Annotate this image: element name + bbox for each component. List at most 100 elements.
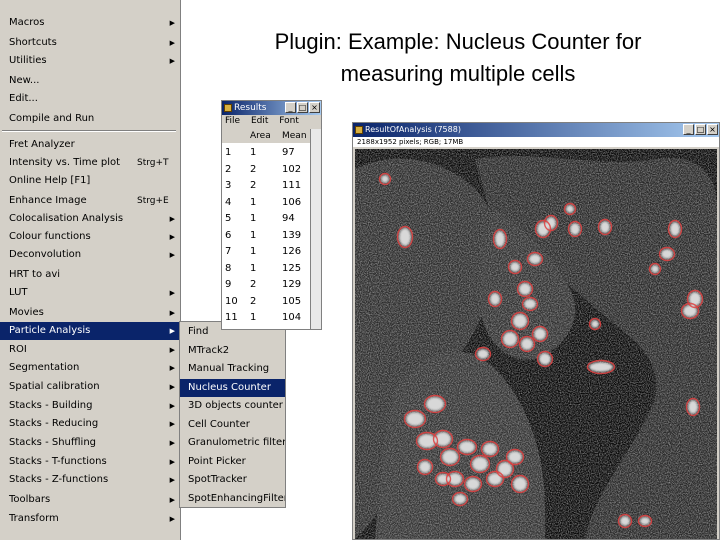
microscopy-image-canvas	[355, 149, 717, 539]
cell-area: 2	[250, 163, 257, 175]
menu-item-fret-analyzer[interactable]: Fret Analyzer	[0, 136, 180, 154]
submenu-item-point-picker[interactable]: Point Picker	[180, 453, 285, 471]
submenu-arrow-icon: ▶	[169, 515, 175, 523]
close-button[interactable]: ×	[707, 124, 718, 135]
results-titlebar[interactable]: Results _ □ ×	[222, 101, 321, 115]
table-row[interactable]: 4 1 106	[222, 195, 311, 211]
nucleus	[670, 222, 680, 236]
slide-title-line1: Plugin: Example: Nucleus Counter for	[274, 29, 642, 54]
maximize-button[interactable]: □	[297, 102, 308, 113]
menu-item-colocalisation-analysis[interactable]: Colocalisation Analysis ▶	[0, 210, 180, 228]
menu-item-stacks-z-functions[interactable]: Stacks - Z-functions ▶	[0, 471, 180, 489]
submenu-item-granulometric-filter[interactable]: Granulometric filter	[180, 434, 285, 452]
nucleus	[508, 451, 522, 463]
menu-font[interactable]: Font	[279, 116, 299, 126]
results-window[interactable]: Results _ □ × File Edit Font Area Mean 1…	[221, 100, 322, 330]
microscopy-image[interactable]	[355, 149, 717, 539]
menu-item-colour-functions[interactable]: Colour functions ▶	[0, 228, 180, 246]
nucleus	[419, 461, 431, 473]
results-scrollbar[interactable]	[310, 129, 321, 329]
menu-item-spatial-calibration[interactable]: Spatial calibration ▶	[0, 378, 180, 396]
menu-item-label: Particle Analysis	[9, 325, 91, 336]
menu-item-transform[interactable]: Transform ▶	[0, 510, 180, 528]
image-titlebar[interactable]: ResultOfAnalysis (7588) _ □ ×	[353, 123, 719, 137]
menu-item-stacks-reducing[interactable]: Stacks - Reducing ▶	[0, 415, 180, 433]
cell-index: 5	[225, 213, 232, 224]
cell-mean: 104	[282, 312, 302, 323]
cell-mean: 126	[282, 246, 302, 257]
menu-item-label: New...	[9, 75, 40, 86]
table-row[interactable]: 2 2 102	[222, 162, 311, 178]
menu-edit[interactable]: Edit	[251, 116, 268, 126]
menu-file[interactable]: File	[225, 116, 240, 126]
table-row[interactable]: 8 1 125	[222, 261, 311, 277]
menu-item-utilities[interactable]: Utilities ▶	[0, 52, 180, 70]
table-row[interactable]: 6 1 139	[222, 228, 311, 244]
nucleus	[591, 320, 599, 328]
nucleus	[454, 494, 466, 504]
menu-item-stacks-t-functions[interactable]: Stacks - T-functions ▶	[0, 453, 180, 471]
menu-item-intensity-vs-time-plot[interactable]: Intensity vs. Time plot Strg+T	[0, 154, 180, 172]
table-row[interactable]: 7 1 126	[222, 244, 311, 260]
menu-item-edit[interactable]: Edit...	[0, 90, 180, 108]
table-row[interactable]: 1 1 97	[222, 145, 311, 161]
nucleus	[381, 175, 389, 183]
menu-item-label: HRT to avi	[9, 269, 61, 280]
menu-item-roi[interactable]: ROI ▶	[0, 341, 180, 359]
menu-item-stacks-building[interactable]: Stacks - Building ▶	[0, 397, 180, 415]
submenu-item-manual-tracking[interactable]: Manual Tracking	[180, 360, 285, 378]
submenu-arrow-icon: ▶	[169, 364, 175, 372]
menu-item-online-help-f1[interactable]: Online Help [F1]	[0, 172, 180, 190]
submenu-item-mtrack2[interactable]: MTrack2	[180, 342, 285, 360]
menu-item-lut[interactable]: LUT ▶	[0, 284, 180, 302]
menu-item-label: Deconvolution	[9, 249, 82, 260]
submenu-arrow-icon: ▶	[169, 57, 175, 65]
menu-item-toolbars[interactable]: Toolbars ▶	[0, 491, 180, 509]
close-button[interactable]: ×	[309, 102, 320, 113]
menu-item-enhance-image[interactable]: Enhance Image Strg+E	[0, 192, 180, 210]
menu-item-segmentation[interactable]: Segmentation ▶	[0, 359, 180, 377]
image-window[interactable]: ResultOfAnalysis (7588) _ □ × 2188x1952 …	[352, 122, 720, 540]
nucleus	[688, 400, 698, 414]
menu-item-label: Compile and Run	[9, 113, 95, 124]
minimize-button[interactable]: _	[683, 124, 694, 135]
menu-item-movies[interactable]: Movies ▶	[0, 304, 180, 322]
nucleus	[488, 473, 502, 485]
cell-index: 2	[225, 163, 232, 175]
menu-item-label: Stacks - T-functions	[9, 456, 107, 467]
nucleus	[503, 332, 517, 346]
menu-item-stacks-shuffling[interactable]: Stacks - Shuffling ▶	[0, 434, 180, 452]
results-table-header: Area Mean	[222, 129, 311, 143]
menu-item-compile-and-run[interactable]: Compile and Run	[0, 110, 180, 128]
table-row[interactable]: 5 1 94	[222, 211, 311, 227]
menu-item-shortcuts[interactable]: Shortcuts ▶	[0, 34, 180, 52]
nucleus	[589, 362, 613, 372]
menu-item-new[interactable]: New...	[0, 72, 180, 90]
nucleus	[510, 262, 520, 272]
menu-item-label: Stacks - Z-functions	[9, 474, 109, 485]
menu-item-label: Online Help [F1]	[9, 175, 91, 186]
menu-item-macros[interactable]: Macros ▶	[0, 14, 180, 32]
nucleus	[442, 450, 458, 464]
menu-item-label: Transform	[9, 513, 59, 524]
table-row[interactable]: 11 1 104	[222, 310, 311, 326]
menu-item-deconvolution[interactable]: Deconvolution ▶	[0, 246, 180, 264]
minimize-button[interactable]: _	[285, 102, 296, 113]
submenu-item-spotenhancingfilter[interactable]: SpotEnhancingFilter	[180, 490, 285, 508]
menu-item-hrt-to-avi[interactable]: HRT to avi	[0, 266, 180, 284]
cell-area: 2	[250, 295, 257, 307]
maximize-button[interactable]: □	[695, 124, 706, 135]
submenu-arrow-icon: ▶	[169, 251, 175, 259]
submenu-item-nucleus-counter[interactable]: Nucleus Counter	[180, 378, 285, 397]
table-row[interactable]: 10 2 105	[222, 294, 311, 310]
cell-mean: 97	[282, 147, 295, 158]
slide-title-line2: measuring multiple cells	[340, 61, 576, 86]
table-row[interactable]: 9 2 129	[222, 277, 311, 293]
menu-separator	[2, 130, 176, 132]
submenu-item-spottracker[interactable]: SpotTracker	[180, 471, 285, 489]
menu-item-particle-analysis[interactable]: Particle Analysis ▶	[0, 322, 180, 340]
submenu-item-cell-counter[interactable]: Cell Counter	[180, 416, 285, 434]
table-row[interactable]: 3 2 111	[222, 178, 311, 194]
submenu-item-3d-objects-counter[interactable]: 3D objects counter	[180, 397, 285, 415]
cell-index: 11	[225, 312, 238, 323]
